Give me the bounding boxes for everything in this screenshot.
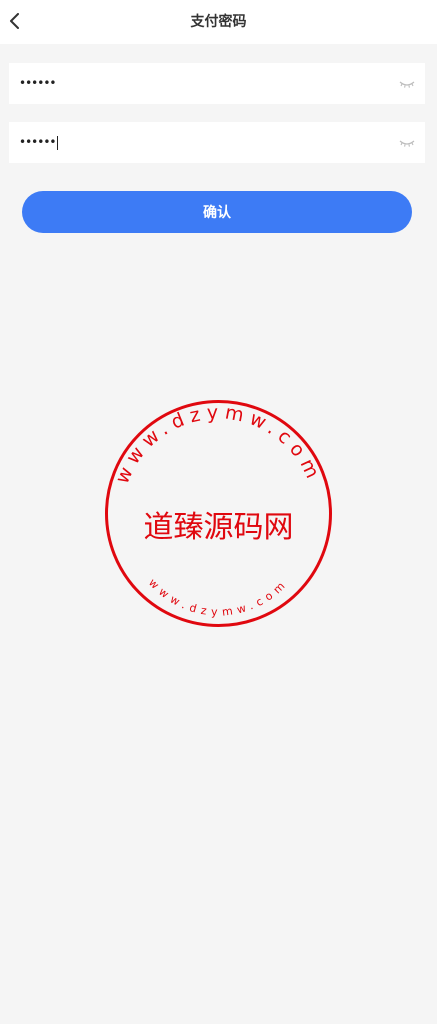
confirm-password-field[interactable]: •••••• [9,122,425,163]
text-caret [57,135,59,150]
page-title: 支付密码 [190,14,247,30]
watermark-seal: www.dzymw.com 道臻源码网 www.dzymw.com [105,400,332,627]
confirm-password-value: •••••• [19,135,56,149]
seal-center-text: 道臻源码网 [144,510,294,545]
toggle-confirm-visibility-button[interactable] [399,135,415,149]
seal-top-arc-text: www.dzymw.com [111,401,326,487]
password-input[interactable]: •••••• [19,63,56,104]
confirm-button[interactable]: 确认 [22,191,412,233]
header-bar: 支付密码 [0,0,437,44]
eye-closed-icon [399,140,415,147]
confirm-password-input[interactable]: •••••• [19,122,59,163]
toggle-password-visibility-button[interactable] [399,76,415,90]
eye-closed-icon [399,81,415,88]
password-field[interactable]: •••••• [9,63,425,104]
